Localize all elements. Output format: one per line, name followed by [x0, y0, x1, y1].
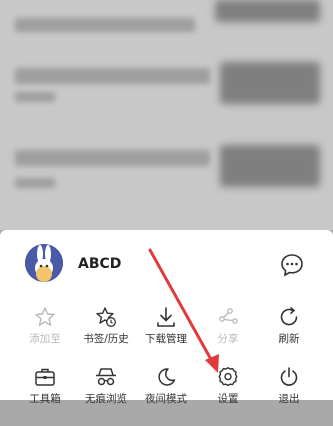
menu-item-label: 书签/历史 [83, 333, 129, 345]
blurred-text [15, 18, 195, 32]
menu-item-exit[interactable]: 退出 [259, 366, 319, 426]
menu-item-night-mode[interactable]: 夜间模式 [136, 366, 196, 426]
menu-item-label: 设置 [217, 393, 239, 405]
profile-row[interactable]: ABCD [0, 230, 333, 298]
menu-sheet: ABCD 添加至 书签/历史 下载管理 分享 刷新 工具箱 无痕浏览 夜间模式 … [0, 230, 333, 405]
menu-item-download[interactable]: 下载管理 [136, 306, 196, 366]
blurred-text [15, 92, 55, 102]
user-avatar[interactable] [25, 244, 63, 282]
menu-row-2: 工具箱 无痕浏览 夜间模式 设置 退出 [0, 366, 333, 426]
download-icon [157, 307, 175, 327]
menu-item-label: 夜间模式 [145, 393, 187, 405]
blurred-thumbnail [215, 0, 320, 22]
incognito-icon [96, 368, 116, 386]
menu-item-label: 无痕浏览 [85, 393, 127, 405]
menu-item-share[interactable]: 分享 [198, 306, 258, 366]
menu-item-label: 刷新 [278, 333, 300, 345]
username: ABCD [78, 256, 122, 272]
blurred-text [15, 178, 55, 188]
menu-item-label: 下载管理 [145, 333, 187, 345]
share-icon [219, 308, 238, 324]
star-icon [35, 307, 55, 326]
menu-row-1: 添加至 书签/历史 下载管理 分享 刷新 [0, 306, 333, 366]
menu-item-label: 分享 [217, 333, 239, 345]
blurred-text [15, 150, 210, 166]
rabbit-avatar [25, 244, 63, 282]
refresh-icon [280, 307, 298, 326]
blurred-thumbnail [220, 62, 320, 104]
blurred-text [15, 68, 210, 84]
message-button[interactable] [279, 252, 305, 278]
menu-item-incognito[interactable]: 无痕浏览 [76, 366, 136, 426]
power-icon [280, 367, 298, 386]
menu-item-bookmark-history[interactable]: 书签/历史 [76, 306, 136, 366]
blurred-background [0, 0, 333, 230]
chat-bubble-icon [281, 254, 303, 277]
menu-item-settings[interactable]: 设置 [198, 366, 258, 426]
blurred-thumbnail [220, 145, 320, 187]
menu-item-label: 添加至 [29, 333, 61, 345]
menu-item-add-to[interactable]: 添加至 [15, 306, 75, 366]
menu-item-toolbox[interactable]: 工具箱 [15, 366, 75, 426]
toolbox-icon [35, 368, 55, 386]
menu-item-label: 工具箱 [29, 393, 61, 405]
menu-item-refresh[interactable]: 刷新 [259, 306, 319, 366]
gear-icon [218, 367, 238, 387]
menu-item-label: 退出 [278, 393, 300, 405]
bookmark-history-icon [96, 307, 116, 327]
moon-icon [158, 368, 176, 386]
